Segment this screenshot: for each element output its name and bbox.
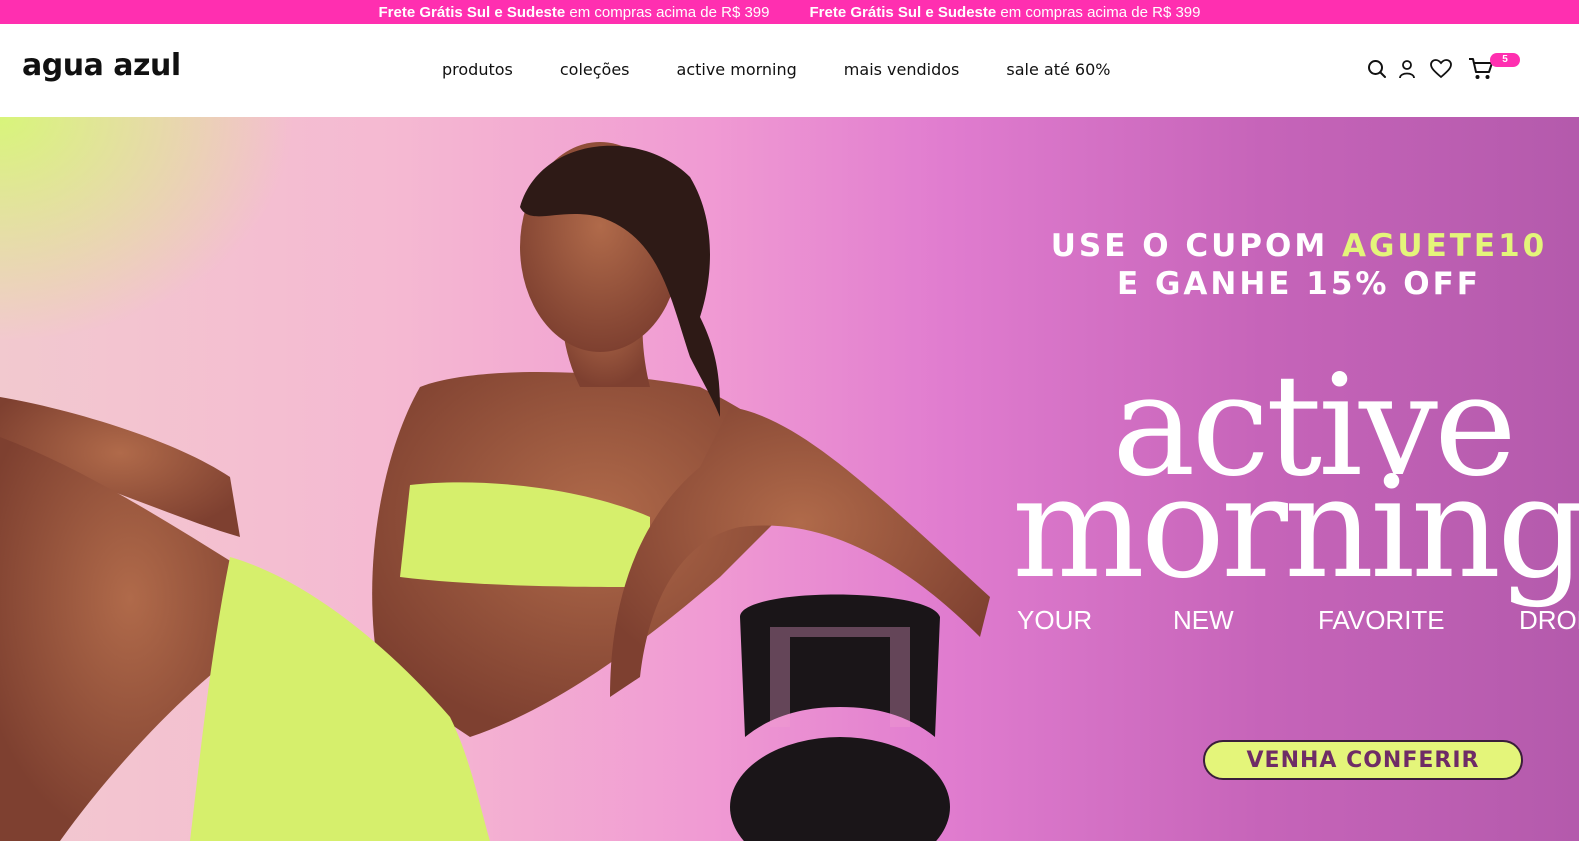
cart-count-badge: 5 [1490, 53, 1520, 67]
coupon-prefix: USE O CUPOM [1050, 228, 1342, 264]
announcement-message: Frete Grátis Sul e Sudeste em compras ac… [810, 4, 1201, 21]
user-icon[interactable] [1398, 59, 1416, 79]
hero-title-line-2: morning [1012, 447, 1579, 610]
venha-conferir-button[interactable]: VENHA CONFERIR [1203, 740, 1523, 780]
cart-icon[interactable]: 5 [1468, 53, 1520, 81]
coupon-line-1: USE O CUPOM AGUETE10 [1019, 227, 1579, 265]
announcement-bar: Frete Grátis Sul e Sudeste em compras ac… [0, 0, 1579, 24]
site-header: agua azul produtos coleções active morni… [0, 24, 1579, 117]
tagline-word: FAVORITE [1318, 605, 1445, 635]
tagline-word: YOUR [1017, 605, 1093, 635]
nav-item-active-morning[interactable]: active morning [677, 60, 797, 79]
nav-item-mais-vendidos[interactable]: mais vendidos [844, 60, 960, 79]
hero-tagline: YOUR NEW FAVORITE DROP [1017, 605, 1579, 636]
heart-icon[interactable] [1430, 59, 1452, 79]
coupon-code: AGUETE10 [1342, 228, 1548, 264]
search-icon[interactable] [1366, 58, 1388, 80]
nav-item-sale[interactable]: sale até 60% [1006, 60, 1110, 79]
main-nav: produtos coleções active morning mais ve… [442, 60, 1110, 79]
header-icons: 5 [1366, 53, 1520, 81]
announcement-text: em compras acima de R$ 399 [565, 3, 770, 21]
tagline-word: DROP [1519, 605, 1579, 635]
nav-item-colecoes[interactable]: coleções [560, 60, 630, 79]
hero-model-image [0, 142, 990, 841]
announcement-bold: Frete Grátis Sul e Sudeste [378, 3, 566, 21]
hero-banner[interactable]: USE O CUPOM AGUETE10 E GANHE 15% OFF act… [0, 117, 1579, 841]
announcement-message: Frete Grátis Sul e Sudeste em compras ac… [379, 4, 770, 21]
announcement-text: em compras acima de R$ 399 [996, 3, 1201, 21]
announcement-bold: Frete Grátis Sul e Sudeste [809, 3, 997, 21]
coupon-text: USE O CUPOM AGUETE10 E GANHE 15% OFF [1019, 227, 1579, 303]
nav-item-produtos[interactable]: produtos [442, 60, 513, 79]
tagline-word: NEW [1173, 605, 1234, 635]
coupon-line-2: E GANHE 15% OFF [1117, 266, 1481, 302]
logo[interactable]: agua azul [22, 48, 181, 83]
